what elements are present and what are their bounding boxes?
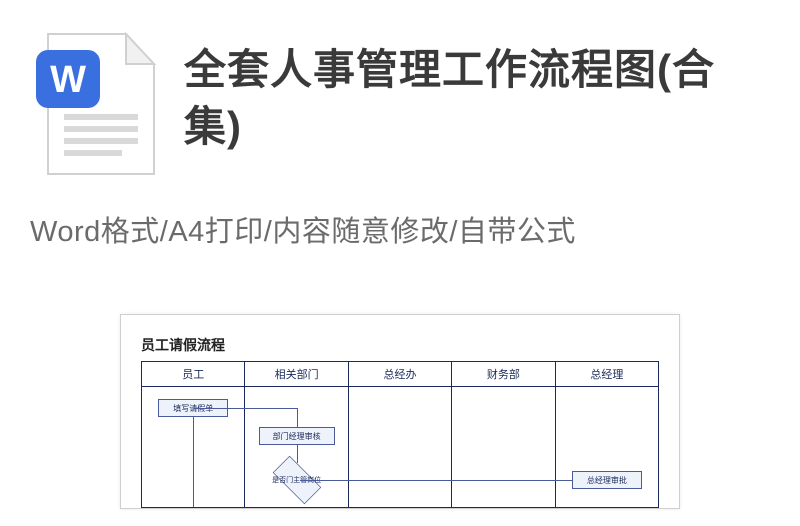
col-header: 财务部	[452, 362, 555, 386]
flowchart-title: 员工请假流程	[141, 335, 659, 355]
document-subtitle: Word格式/A4打印/内容随意修改/自带公式	[0, 190, 800, 250]
header-row: W 全套人事管理工作流程图(合集)	[0, 0, 800, 190]
word-letter: W	[50, 59, 86, 101]
flow-connector	[300, 480, 607, 481]
flow-node: 部门经理审核	[259, 427, 335, 445]
flowchart-body: 填写请假单 部门经理审核 是否门主管岗位 总经理审批	[142, 387, 658, 507]
flow-lane	[349, 387, 452, 507]
document-preview: 员工请假流程 员工 相关部门 总经办 财务部 总经理 填写请假单 部门经理审核	[0, 296, 800, 526]
preview-page: 员工请假流程 员工 相关部门 总经办 财务部 总经理 填写请假单 部门经理审核	[120, 314, 680, 509]
word-doc-icon: W	[30, 30, 160, 180]
flow-node: 总经理审批	[572, 471, 642, 489]
flow-lane	[452, 387, 555, 507]
col-header: 总经理	[556, 362, 658, 386]
flowchart-table: 员工 相关部门 总经办 财务部 总经理 填写请假单 部门经理审核 是否门主管岗位	[141, 361, 659, 508]
flow-lane: 总经理审批	[556, 387, 658, 507]
document-title: 全套人事管理工作流程图(合集)	[184, 30, 770, 155]
flow-connector	[297, 408, 298, 428]
col-header: 员工	[142, 362, 245, 386]
flowchart-header-row: 员工 相关部门 总经办 财务部 总经理	[142, 362, 658, 387]
flow-connector	[193, 417, 194, 507]
flow-lane: 部门经理审核 是否门主管岗位	[245, 387, 348, 507]
flow-connector	[297, 445, 298, 463]
flow-lane: 填写请假单	[142, 387, 245, 507]
col-header: 总经办	[349, 362, 452, 386]
flow-connector	[194, 408, 296, 409]
col-header: 相关部门	[245, 362, 348, 386]
